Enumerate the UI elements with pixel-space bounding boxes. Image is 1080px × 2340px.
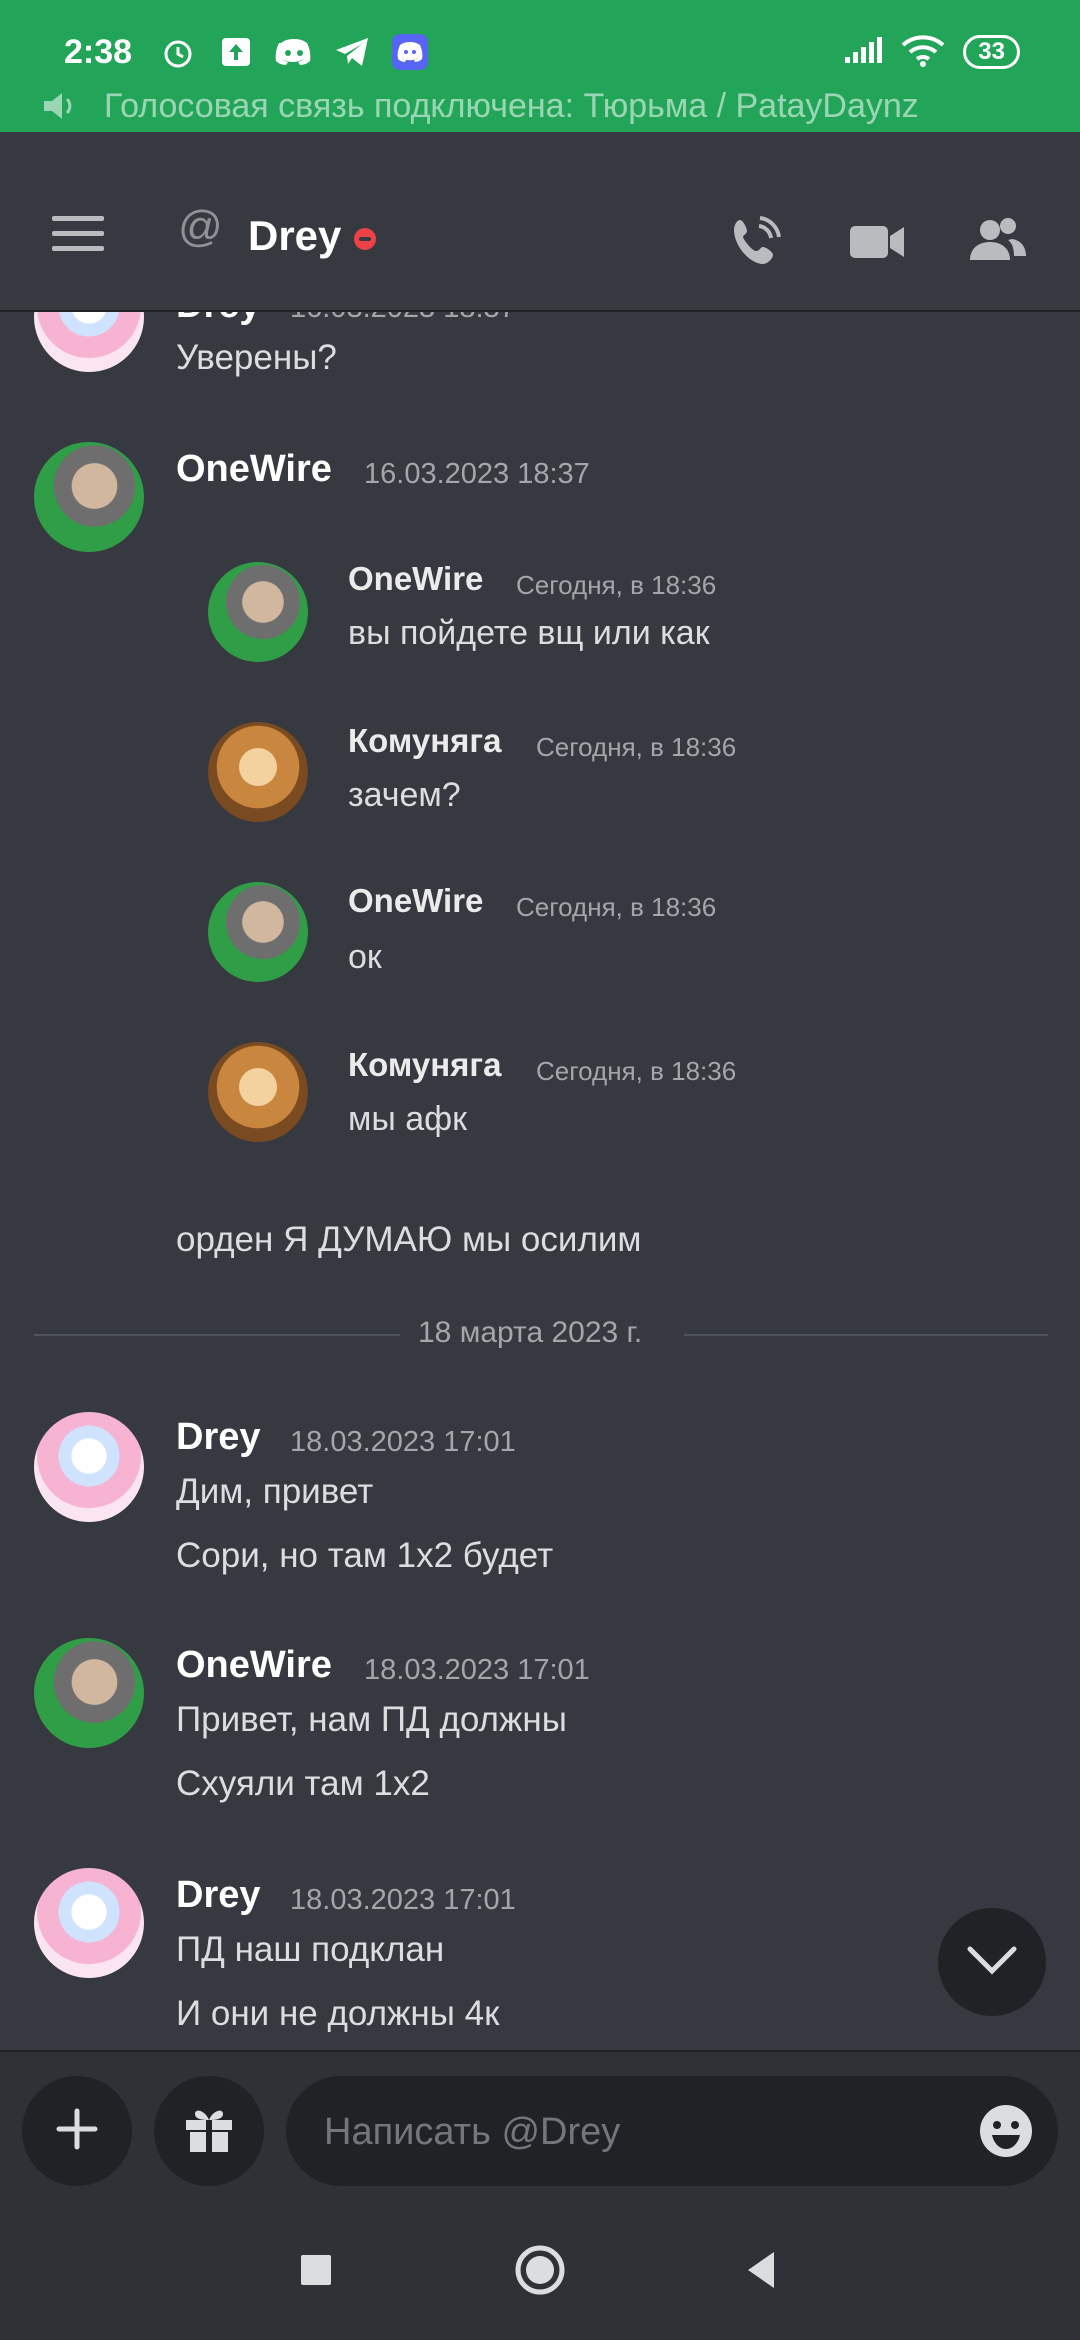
avatar [208, 1042, 308, 1142]
message-author[interactable]: Drey [176, 1874, 261, 1917]
recents-icon[interactable] [288, 2242, 344, 2298]
message-list[interactable]: Drey 16.03.2023 18:37 Уверены? OneWire 1… [0, 312, 1080, 2050]
avatar[interactable] [34, 312, 144, 372]
quoted-text: мы афк [348, 1100, 468, 1138]
status-bar: 2:38 33 Голосовая связь подключена: Тюрь… [0, 0, 1080, 132]
avatar [208, 722, 308, 822]
message-timestamp: 18.03.2023 17:01 [364, 1654, 590, 1686]
date-separator: 18 марта 2023 г. [418, 1316, 643, 1349]
status-time: 2:38 [64, 32, 133, 71]
message-author[interactable]: OneWire [176, 1644, 332, 1687]
message-text: Привет, нам ПД должны [176, 1700, 567, 1739]
discord-badge-icon [390, 32, 430, 72]
message-text: И они не должны 4к [176, 1994, 500, 2033]
plus-icon [55, 2107, 99, 2156]
channel-header: @ Drey [0, 132, 1080, 312]
divider [34, 1334, 400, 1336]
message-author[interactable]: Drey [176, 312, 261, 327]
members-icon[interactable] [968, 212, 1028, 272]
back-icon[interactable] [734, 2242, 790, 2298]
avatar [208, 562, 308, 662]
wifi-icon [901, 33, 945, 72]
quoted-text: зачем? [348, 776, 461, 814]
voice-banner-text: Голосовая связь подключена: Тюрьма / Pat… [104, 86, 919, 125]
alarm-icon [158, 32, 198, 72]
message-text: ПД наш подклан [176, 1930, 445, 1969]
quoted-author: OneWire [348, 882, 484, 919]
attach-button[interactable] [22, 2076, 132, 2186]
emoji-icon[interactable] [978, 2103, 1034, 2159]
chevron-down-icon [966, 1945, 1018, 1980]
gift-button[interactable] [154, 2076, 264, 2186]
avatar[interactable] [34, 1868, 144, 1978]
menu-icon[interactable] [52, 216, 104, 261]
message-timestamp: 16.03.2023 18:37 [364, 458, 590, 490]
telegram-icon [332, 32, 372, 72]
quoted-author: Комуняга [348, 722, 502, 759]
quoted-author: OneWire [348, 560, 484, 597]
message-input[interactable] [322, 2076, 926, 2188]
message-composer [0, 2050, 1080, 2202]
signal-icon [843, 35, 883, 70]
speaker-icon [40, 86, 80, 126]
message-author[interactable]: OneWire [176, 448, 332, 491]
quoted-text: ок [348, 938, 382, 976]
message-text: Схуяли там 1х2 [176, 1764, 430, 1803]
gift-icon [182, 2104, 236, 2159]
dm-user-name[interactable]: Drey [248, 212, 341, 260]
avatar[interactable] [34, 1412, 144, 1522]
message-timestamp: 18.03.2023 17:01 [290, 1426, 516, 1458]
discord-icon [274, 32, 314, 72]
message-text: Дим, привет [176, 1472, 374, 1511]
phone-call-icon[interactable] [726, 212, 786, 272]
quoted-timestamp: Сегодня, в 18:36 [536, 1056, 737, 1086]
divider [684, 1334, 1048, 1336]
quoted-author: Комуняга [348, 1046, 502, 1083]
message-input-wrapper [286, 2076, 1058, 2188]
message-text: орден Я ДУМАЮ мы осилим [176, 1220, 642, 1259]
avatar [208, 882, 308, 982]
message-text: Сори, но там 1х2 будет [176, 1536, 554, 1575]
avatar[interactable] [34, 1638, 144, 1748]
home-icon[interactable] [512, 2242, 568, 2298]
message-text: Уверены? [176, 338, 337, 377]
upload-icon [216, 32, 256, 72]
at-icon: @ [178, 202, 223, 251]
battery-indicator: 33 [963, 35, 1020, 69]
dnd-status-icon [354, 228, 376, 250]
video-call-icon[interactable] [848, 212, 908, 272]
quoted-timestamp: Сегодня, в 18:36 [516, 892, 717, 922]
voice-connected-banner[interactable]: Голосовая связь подключена: Тюрьма / Pat… [40, 84, 1080, 128]
avatar[interactable] [34, 442, 144, 552]
quoted-timestamp: Сегодня, в 18:36 [536, 732, 737, 762]
quoted-text: вы пойдете вщ или как [348, 614, 710, 652]
android-navigation-bar [0, 2200, 1080, 2340]
quoted-timestamp: Сегодня, в 18:36 [516, 570, 717, 600]
message-timestamp: 18.03.2023 17:01 [290, 1884, 516, 1916]
message-author[interactable]: Drey [176, 1416, 261, 1459]
message-timestamp: 16.03.2023 18:37 [290, 312, 516, 325]
jump-to-present-button[interactable] [938, 1908, 1046, 2016]
